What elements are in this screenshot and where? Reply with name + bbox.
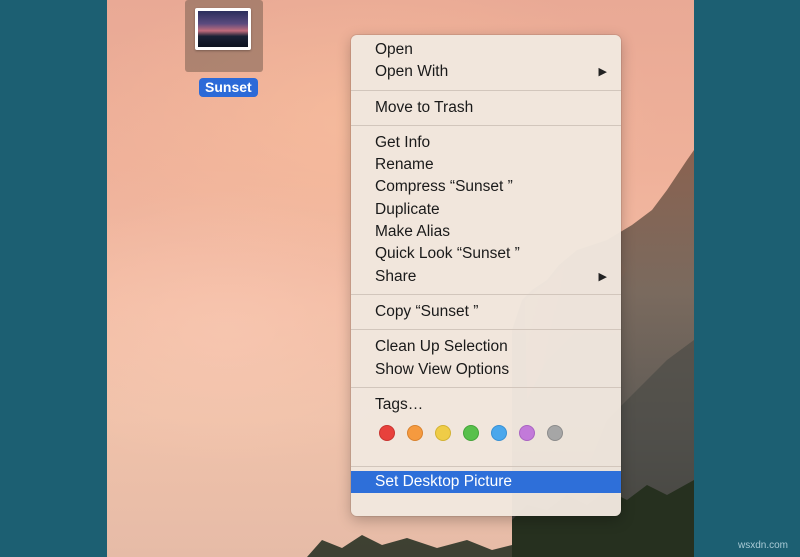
submenu-arrow-icon: ▶	[598, 270, 607, 283]
desktop: Sunset Open Open With ▶ Move to Trash Get In…	[107, 0, 694, 557]
menu-item-label: Open With	[375, 63, 449, 81]
menu-item-duplicate[interactable]: Duplicate	[351, 199, 621, 221]
menu-item-copy-sunset[interactable]: Copy “Sunset ”	[351, 301, 621, 323]
tag-blue-icon[interactable]	[491, 425, 507, 442]
menu-item-make-alias[interactable]: Make Alias	[351, 221, 621, 243]
menu-item-rename[interactable]: Rename	[351, 154, 621, 176]
menu-item-label: Rename	[375, 156, 434, 174]
file-name-label[interactable]: Sunset	[199, 78, 258, 97]
menu-separator	[351, 329, 621, 331]
menu-item-label: Tags…	[375, 395, 424, 413]
menu-item-share[interactable]: Share ▶	[351, 266, 621, 288]
menu-item-label: Open	[375, 41, 413, 58]
watermark-text: wsxdn.com	[737, 540, 788, 551]
menu-item-label: Make Alias	[375, 223, 450, 241]
tag-color-row	[351, 416, 621, 450]
tag-yellow-icon[interactable]	[435, 425, 451, 442]
menu-item-get-info[interactable]: Get Info	[351, 132, 621, 154]
menu-item-label: Clean Up Selection	[375, 338, 508, 356]
menu-separator	[351, 124, 621, 126]
tag-gray-icon[interactable]	[547, 425, 563, 442]
menu-spacer	[351, 450, 621, 466]
menu-separator	[351, 293, 621, 295]
menu-item-open-with[interactable]: Open With ▶	[351, 61, 621, 83]
tag-purple-icon[interactable]	[519, 425, 535, 442]
menu-item-label: Move to Trash	[375, 98, 474, 116]
image-thumbnail	[195, 8, 251, 50]
submenu-arrow-icon: ▶	[598, 66, 607, 79]
menu-item-quick-look-sunset[interactable]: Quick Look “Sunset ”	[351, 243, 621, 265]
menu-item-label: Duplicate	[375, 200, 440, 218]
file-icon-sunset[interactable]	[185, 0, 263, 72]
menu-item-label: Share	[375, 267, 417, 285]
menu-separator	[351, 386, 621, 388]
menu-item-show-view-options[interactable]: Show View Options	[351, 359, 621, 381]
menu-item-open[interactable]: Open	[351, 39, 621, 61]
menu-item-label: Get Info	[375, 133, 431, 151]
menu-item-label: Copy “Sunset ”	[375, 302, 479, 320]
menu-item-set-desktop-picture[interactable]: Set Desktop Picture	[351, 471, 621, 494]
menu-separator	[351, 466, 621, 468]
menu-separator	[351, 89, 621, 91]
menu-item-move-to-trash[interactable]: Move to Trash	[351, 97, 621, 119]
menu-item-label: Quick Look “Sunset ”	[375, 245, 520, 263]
menu-item-label: Compress “Sunset ”	[375, 178, 513, 196]
tag-green-icon[interactable]	[463, 425, 479, 442]
menu-item-label: Show View Options	[375, 360, 510, 378]
tag-orange-icon[interactable]	[407, 425, 423, 442]
tag-red-icon[interactable]	[379, 425, 395, 442]
context-menu: Open Open With ▶ Move to Trash Get Info Renam…	[351, 35, 621, 516]
menu-item-clean-up-selection[interactable]: Clean Up Selection	[351, 336, 621, 358]
menu-item-tags[interactable]: Tags…	[351, 394, 621, 416]
menu-item-label: Set Desktop Picture	[375, 473, 512, 491]
menu-item-compress-sunset[interactable]: Compress “Sunset ”	[351, 176, 621, 198]
